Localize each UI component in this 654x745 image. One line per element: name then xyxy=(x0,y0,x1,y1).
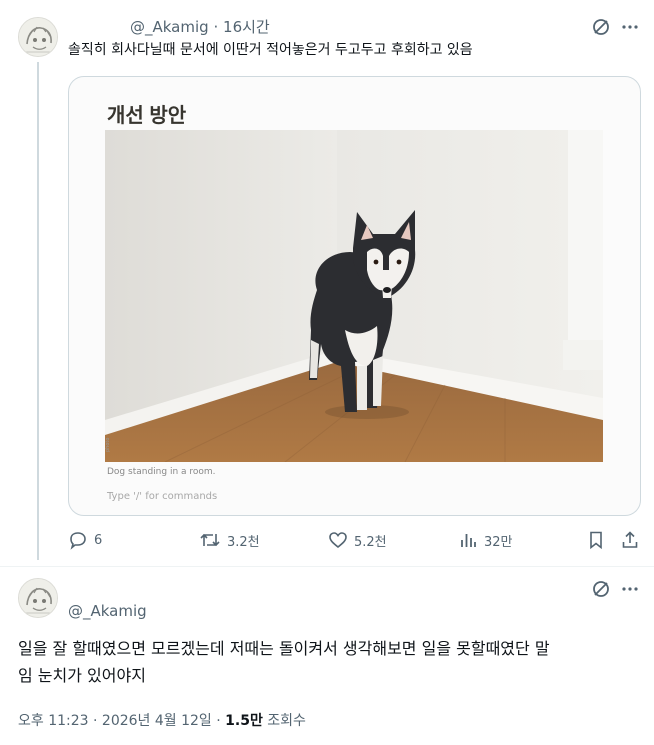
more-icon[interactable] xyxy=(618,15,642,39)
main-avatar[interactable] xyxy=(18,578,58,618)
more-icon[interactable] xyxy=(618,577,642,601)
reply-button[interactable]: 6 xyxy=(68,530,102,550)
grok-icon[interactable] xyxy=(589,577,613,601)
avatar[interactable] xyxy=(18,17,58,57)
main-text-line2: 임 눈치가 있어야지 xyxy=(18,666,146,685)
command-hint: Type '/' for commands xyxy=(107,491,218,502)
reply-count: 6 xyxy=(94,532,103,548)
bookmark-icon xyxy=(586,530,606,550)
views-button[interactable]: 32만 xyxy=(458,530,513,550)
action-bar: 6 3.2천 5.2천 32만 xyxy=(68,530,644,554)
views-count: 32만 xyxy=(484,534,513,550)
reply-icon xyxy=(68,530,88,550)
retweet-icon xyxy=(199,530,221,550)
doc-title: 개선 방안 xyxy=(107,105,187,127)
reply-meta: @_Akamig · 16시간 xyxy=(130,16,270,37)
retweet-count: 3.2천 xyxy=(227,534,260,550)
meta-separator: · xyxy=(213,18,219,36)
reply-text: 솔직히 회사다닐때 문서에 이딴거 적어놓은거 두고두고 후회하고 있음 xyxy=(68,42,473,58)
views-label: 조회수 xyxy=(267,713,306,729)
like-icon xyxy=(328,530,348,550)
svg-text:photo: photo xyxy=(105,438,111,452)
like-button[interactable]: 5.2천 xyxy=(328,530,387,550)
thread-line xyxy=(37,62,39,560)
media-card[interactable]: 개선 방안 photo Dog standing in a room. Type… xyxy=(68,76,641,516)
views-total: 1.5만 xyxy=(225,713,263,729)
grok-icon[interactable] xyxy=(589,15,613,39)
tweet-timestamp[interactable]: 오후 11:23 · 2026년 4월 12일 · xyxy=(18,713,221,729)
main-handle[interactable]: @_Akamig xyxy=(68,602,147,620)
dog-photo: photo xyxy=(105,130,603,462)
share-button[interactable] xyxy=(620,530,640,550)
bookmark-button[interactable] xyxy=(586,530,606,550)
reply-handle[interactable]: @_Akamig xyxy=(130,18,209,36)
tweet-divider xyxy=(0,566,654,567)
views-icon xyxy=(458,530,478,550)
tweet-timestamp-row: 오후 11:23 · 2026년 4월 12일 · 1.5만 조회수 xyxy=(18,710,306,730)
main-text-line1: 일을 잘 할때였으면 모르겠는데 저때는 돌이켜서 생각해보면 일을 못할때였단… xyxy=(18,639,550,658)
reply-time[interactable]: 16시간 xyxy=(223,18,270,36)
like-count: 5.2천 xyxy=(354,534,387,550)
photo-caption: Dog standing in a room. xyxy=(107,467,216,477)
share-icon xyxy=(620,530,640,550)
retweet-button[interactable]: 3.2천 xyxy=(199,530,260,550)
